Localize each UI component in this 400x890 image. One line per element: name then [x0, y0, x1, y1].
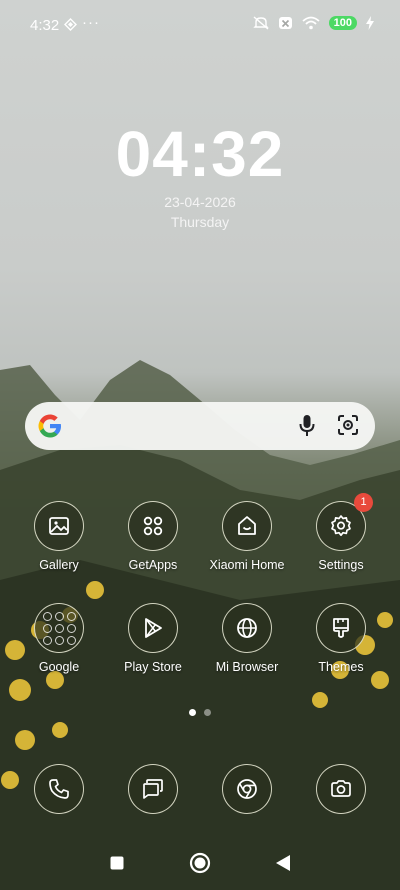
brush-icon	[316, 603, 366, 653]
app-play-store[interactable]: Play Store	[107, 603, 199, 674]
app-xiaomi-home[interactable]: Xiaomi Home	[201, 501, 293, 572]
app-label: Settings	[318, 558, 364, 572]
camera-icon	[316, 764, 366, 814]
app-label: Google	[38, 660, 80, 674]
app-gallery[interactable]: Gallery	[13, 501, 105, 572]
charging-icon	[366, 16, 374, 30]
clock-day: Thursday	[170, 214, 230, 230]
chrome-icon	[222, 764, 272, 814]
clock-date: 23-04-2026	[164, 194, 236, 210]
app-label: Themes	[318, 660, 364, 674]
messages-icon	[128, 764, 178, 814]
globe-icon	[222, 603, 272, 653]
dock-messages[interactable]	[107, 764, 199, 814]
back-button[interactable]	[275, 854, 291, 872]
google-logo-icon	[38, 414, 61, 438]
lens-icon[interactable]	[337, 414, 359, 436]
clock-widget[interactable]: 04:32 23-04-2026 Thursday	[0, 118, 400, 230]
app-getapps[interactable]: GetApps	[107, 501, 199, 572]
app-label: Gallery	[39, 558, 79, 572]
app-themes[interactable]: Themes	[295, 603, 387, 674]
dock-phone[interactable]	[13, 764, 105, 814]
page-dot	[204, 709, 211, 716]
clock-time: 04:32	[115, 118, 285, 190]
dock-chrome[interactable]	[201, 764, 293, 814]
recents-button[interactable]	[109, 855, 125, 871]
app-settings[interactable]: 1 Settings	[295, 493, 387, 572]
silent-icon	[252, 16, 269, 30]
status-bar: 4:32 ··· 100	[0, 0, 400, 50]
app-mi-browser[interactable]: Mi Browser	[201, 603, 293, 674]
status-time: 4:32	[30, 17, 60, 34]
gear-icon: 1	[316, 493, 373, 551]
hotspot-icon	[64, 18, 77, 31]
battery-level: 100	[328, 16, 357, 30]
home-icon	[222, 501, 272, 551]
getapps-icon	[128, 501, 178, 551]
wifi-icon	[302, 16, 320, 30]
app-label: Xiaomi Home	[209, 558, 285, 572]
home-button[interactable]	[189, 852, 211, 874]
folder-google[interactable]: Google	[13, 603, 105, 674]
app-label: GetApps	[128, 558, 178, 572]
app-label: Mi Browser	[215, 660, 279, 674]
no-sim-icon	[278, 17, 292, 29]
navigation-bar	[0, 850, 400, 876]
mic-icon[interactable]	[299, 414, 315, 438]
gallery-icon	[34, 501, 84, 551]
page-indicator	[0, 709, 400, 716]
google-folder-icon	[34, 603, 84, 653]
notification-badge: 1	[354, 493, 373, 512]
more-notifications-icon: ···	[82, 14, 100, 31]
dock-camera[interactable]	[295, 764, 387, 814]
app-label: Play Store	[124, 660, 182, 674]
play-store-icon	[128, 603, 178, 653]
page-dot-active	[189, 709, 196, 716]
google-search-bar[interactable]	[25, 402, 375, 450]
phone-icon	[34, 764, 84, 814]
